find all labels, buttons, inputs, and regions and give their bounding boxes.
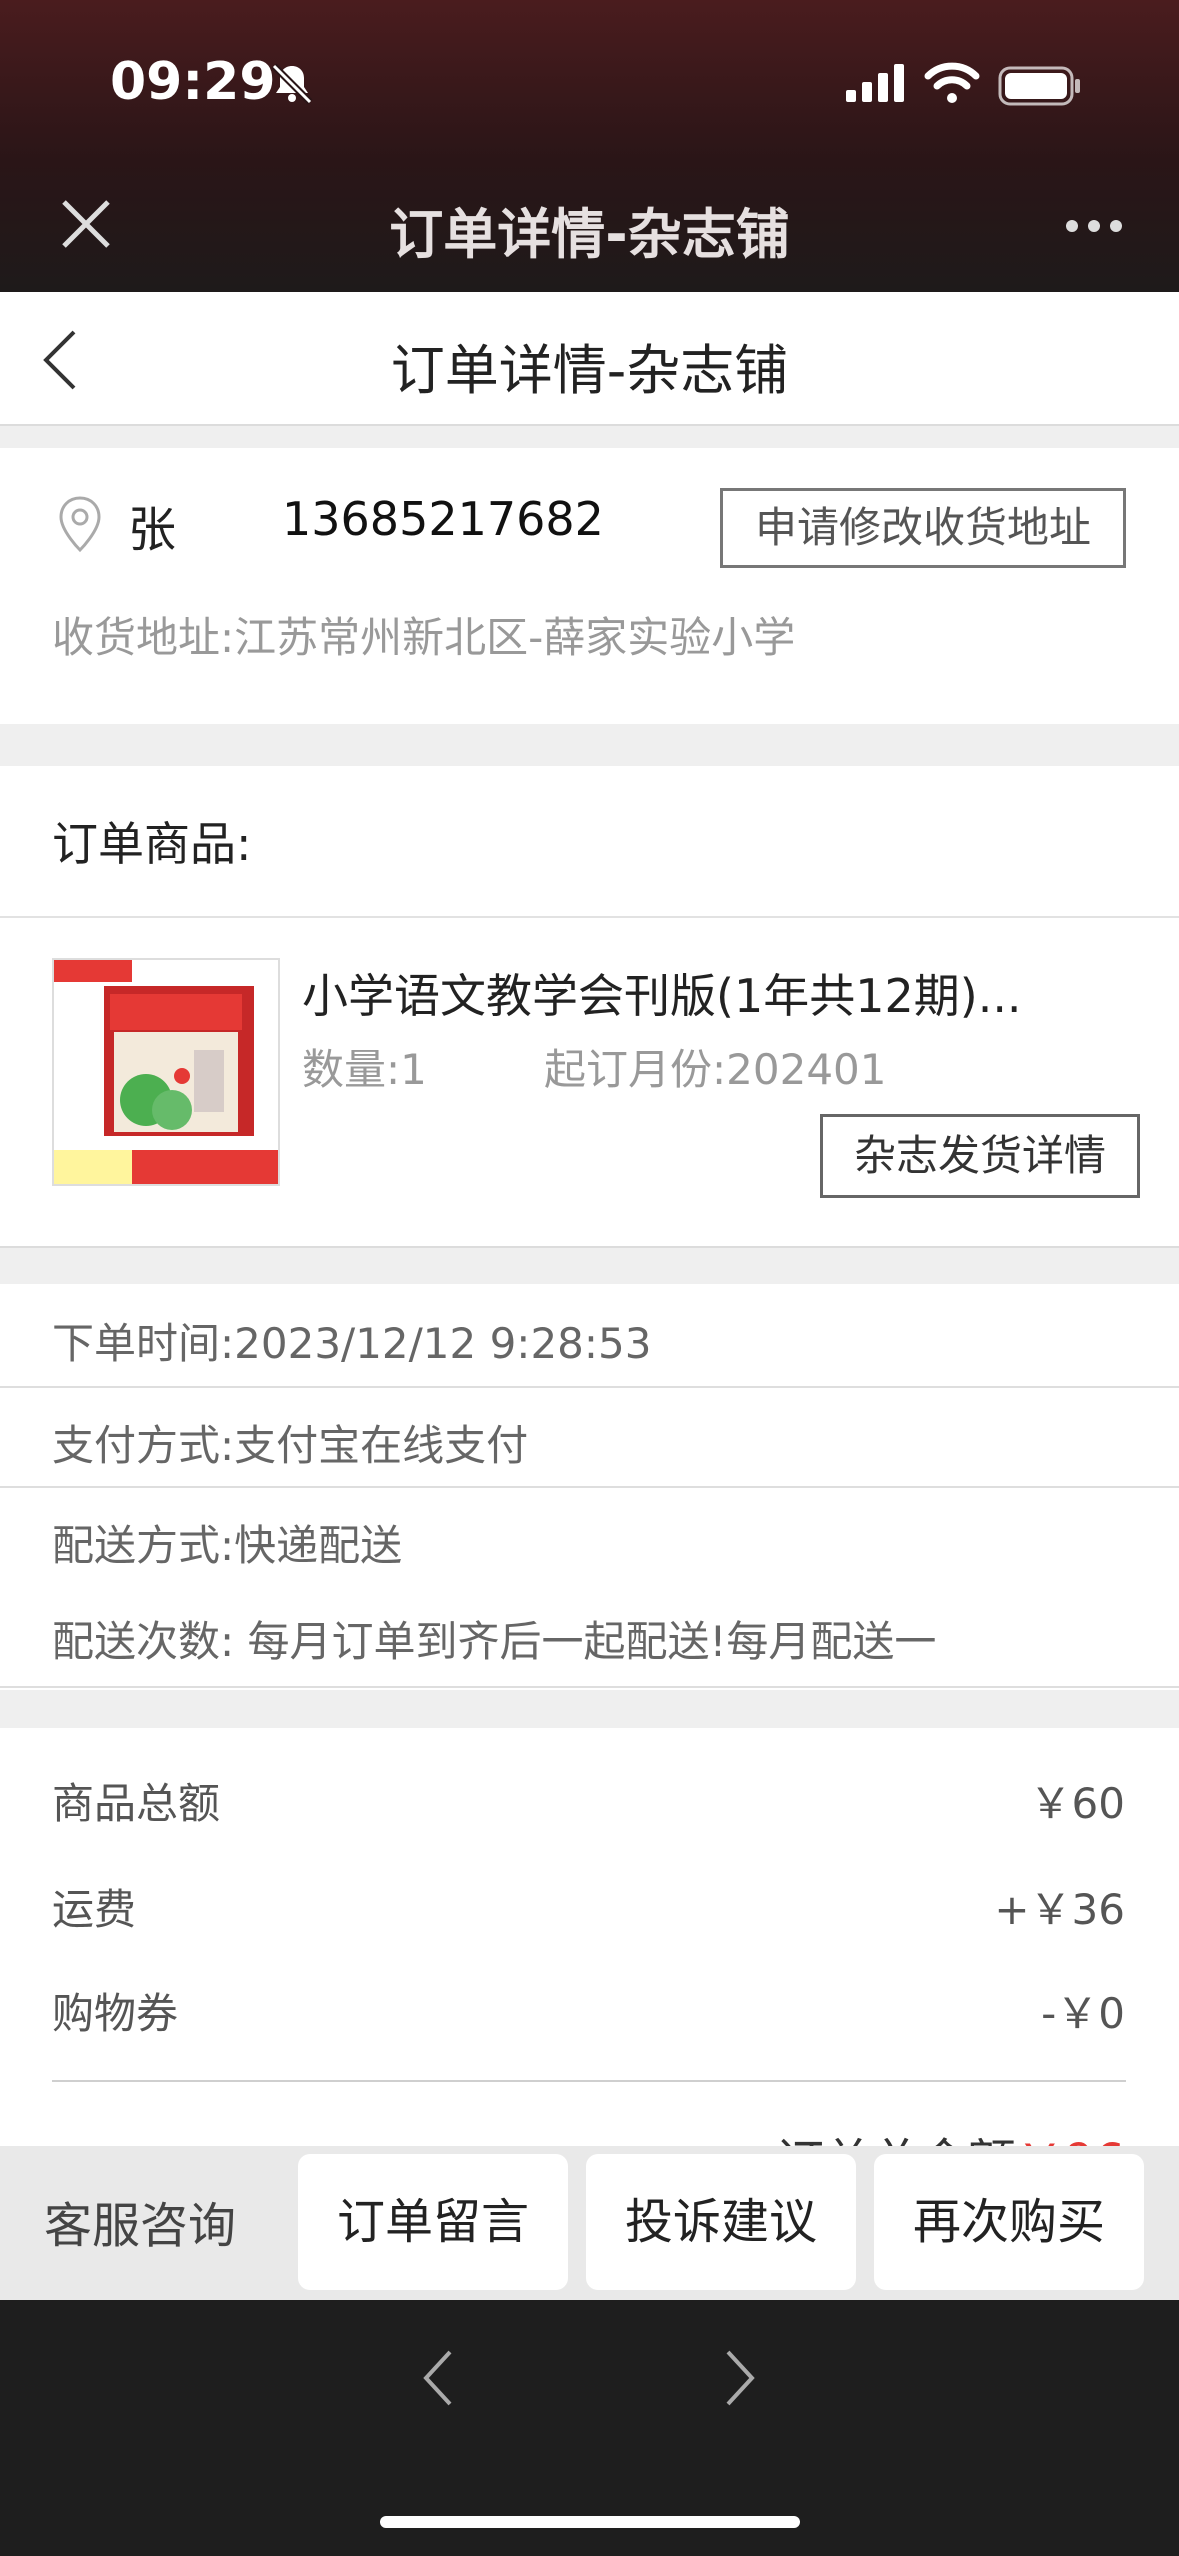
magazine-cover-art — [54, 960, 278, 1184]
address-value: 江苏常州新北区-薛家实验小学 — [234, 613, 796, 662]
address-line: 收货地址:江苏常州新北区-薛家实验小学 — [52, 604, 795, 665]
complaint-button[interactable]: 投诉建议 — [586, 2154, 856, 2290]
shipping-fee-value: +￥36 — [994, 1885, 1125, 1934]
buy-again-button[interactable]: 再次购买 — [874, 2154, 1144, 2290]
receiver-name: 张 — [128, 502, 177, 558]
battery-icon — [998, 66, 1080, 106]
delivery-label: 配送方式: — [52, 1521, 235, 1570]
goods-quantity: 数量:1 — [302, 1045, 427, 1094]
order-time-row: 下单时间:2023/12/12 9:28:53 — [52, 1310, 652, 1371]
wifi-icon — [924, 62, 980, 103]
divider — [0, 1686, 1179, 1688]
delivery-row: 配送方式:快递配送 — [52, 1512, 402, 1573]
status-time: 09:29 — [110, 52, 276, 112]
nav-back-icon[interactable] — [420, 2348, 456, 2408]
magazine-cover-image[interactable] — [52, 958, 280, 1186]
coupon-value: -￥0 — [1041, 1989, 1125, 2038]
modify-address-button[interactable]: 申请修改收货地址 — [720, 488, 1126, 568]
delivery-count-value: 每月订单到齐后一起配送!每月配送一 — [247, 1617, 937, 1666]
home-indicator[interactable] — [380, 2516, 800, 2528]
cellular-signal-icon — [846, 64, 904, 102]
page-title: 订单详情-杂志铺 — [390, 339, 789, 402]
payment-label: 支付方式: — [52, 1421, 235, 1470]
order-time-label: 下单时间: — [52, 1319, 235, 1368]
customer-service-button[interactable]: 客服咨询 — [44, 2186, 236, 2256]
payment-row: 支付方式:支付宝在线支付 — [52, 1412, 528, 1473]
receiver-phone: 13685217682 — [282, 492, 604, 546]
delivery-count-label: 配送次数: — [52, 1617, 235, 1666]
order-time-value: 2023/12/12 9:28:53 — [234, 1319, 652, 1368]
order-message-button[interactable]: 订单留言 — [298, 2154, 568, 2290]
divider — [0, 1486, 1179, 1488]
delivery-count-row: 配送次数: 每月订单到齐后一起配送!每月配送一 — [52, 1608, 936, 1669]
payment-value: 支付宝在线支付 — [234, 1421, 529, 1470]
mute-bell-icon — [271, 63, 313, 105]
delivery-value: 快递配送 — [234, 1521, 403, 1570]
nav-forward-icon[interactable] — [722, 2348, 758, 2408]
coupon-label: 购物券 — [52, 1989, 179, 2038]
divider — [52, 2080, 1126, 2082]
divider — [0, 1386, 1179, 1388]
shipping-fee-label: 运费 — [52, 1885, 137, 1934]
address-label: 收货地址: — [52, 613, 235, 662]
goods-total-value: ￥60 — [1029, 1779, 1125, 1828]
goods-start-month: 起订月份:202401 — [544, 1045, 887, 1094]
more-icon[interactable] — [1064, 218, 1124, 234]
goods-total-label: 商品总额 — [52, 1779, 221, 1828]
goods-section-label: 订单商品: — [52, 817, 252, 871]
location-pin-icon — [59, 496, 101, 553]
goods-title[interactable]: 小学语文教学会刊版(1年共12期)... — [302, 960, 1022, 1026]
wechat-title: 订单详情-杂志铺 — [389, 203, 790, 266]
shipping-details-button[interactable]: 杂志发货详情 — [820, 1114, 1140, 1198]
